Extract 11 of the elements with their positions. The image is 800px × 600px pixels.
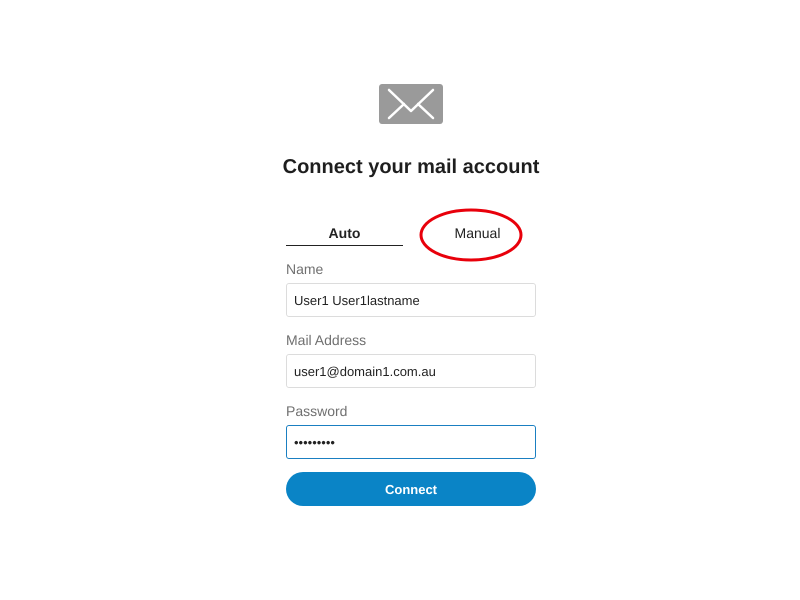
tab[interactable]: Manual bbox=[419, 220, 536, 246]
form-title: Connect your mail account bbox=[282, 155, 540, 179]
tab[interactable]: Auto bbox=[286, 220, 403, 246]
field-label: Name bbox=[286, 261, 324, 278]
connect-button[interactable]: Connect bbox=[286, 472, 536, 506]
field-label: Mail Address bbox=[286, 332, 368, 349]
input-field[interactable]: user1@domain1.com.au bbox=[286, 354, 536, 388]
input-field[interactable]: ••••••••• bbox=[286, 425, 536, 459]
envelope-icon bbox=[379, 84, 443, 124]
field-label: Password bbox=[286, 403, 348, 420]
input-field[interactable]: User1 User1lastname bbox=[286, 283, 536, 317]
